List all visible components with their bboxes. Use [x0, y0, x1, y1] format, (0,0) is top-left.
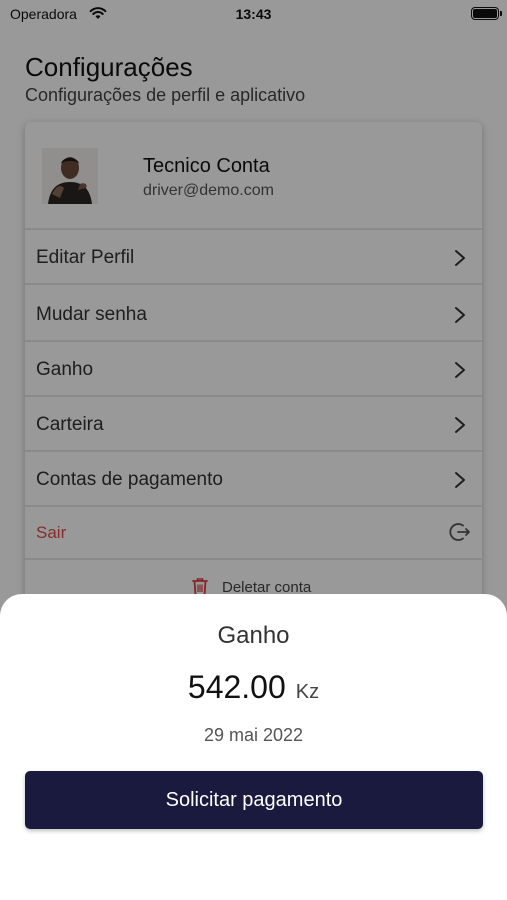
- amount-value: 542.00: [187, 669, 286, 705]
- request-payment-button[interactable]: Solicitar pagamento: [25, 771, 483, 829]
- earnings-bottom-sheet: Ganho 542.00 Kz 29 mai 2022 Solicitar pag…: [0, 594, 507, 900]
- sheet-title: Ganho: [217, 622, 290, 649]
- earnings-date: 29 mai 2022: [203, 725, 304, 745]
- settings-screen: Operadora 13:43 Configurações Configuraç…: [0, 0, 507, 900]
- earnings-amount: 542.00 Kz: [0, 669, 507, 706]
- currency-label: Kz: [295, 681, 320, 703]
